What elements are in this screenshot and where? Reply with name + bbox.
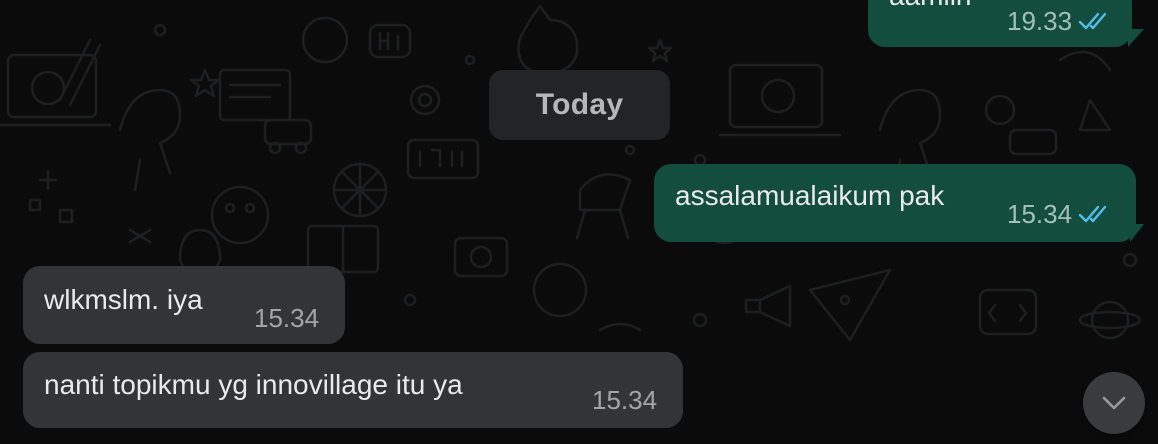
message-time: 15.34 xyxy=(1007,199,1073,229)
incoming-message[interactable]: nanti topikmu yg innovillage itu ya 15.3… xyxy=(23,352,683,428)
message-text: aamiin xyxy=(889,0,971,10)
double-check-icon xyxy=(1078,11,1108,31)
bubble-tail xyxy=(1128,29,1144,47)
message-time: 15.34 xyxy=(254,303,320,333)
date-separator-label: Today xyxy=(535,88,624,121)
chevron-down-icon xyxy=(1102,396,1126,410)
message-meta: 15.34 xyxy=(1007,201,1108,227)
message-text: nanti topikmu yg innovillage itu ya xyxy=(44,369,463,400)
bubble-tail xyxy=(1130,224,1144,242)
message-text: wlkmslm. iya xyxy=(44,284,203,315)
double-check-icon xyxy=(1078,204,1108,224)
outgoing-message[interactable]: aamiin 19.33 xyxy=(868,0,1132,47)
message-time: 19.33 xyxy=(1007,6,1073,36)
message-meta: 15.34 xyxy=(592,387,657,413)
message-time: 15.34 xyxy=(592,385,658,415)
chat-panel: aamiin 19.33 Today assalamualaikum pak 1… xyxy=(0,0,1158,444)
message-text: assalamualaikum pak xyxy=(675,180,945,211)
message-meta: 19.33 xyxy=(1007,8,1108,34)
incoming-message[interactable]: wlkmslm. iya 15.34 xyxy=(23,266,345,344)
message-meta: 15.34 xyxy=(254,305,319,331)
date-separator: Today xyxy=(489,70,670,140)
scroll-to-bottom-button[interactable] xyxy=(1083,372,1145,434)
outgoing-message[interactable]: assalamualaikum pak 15.34 xyxy=(654,164,1136,242)
